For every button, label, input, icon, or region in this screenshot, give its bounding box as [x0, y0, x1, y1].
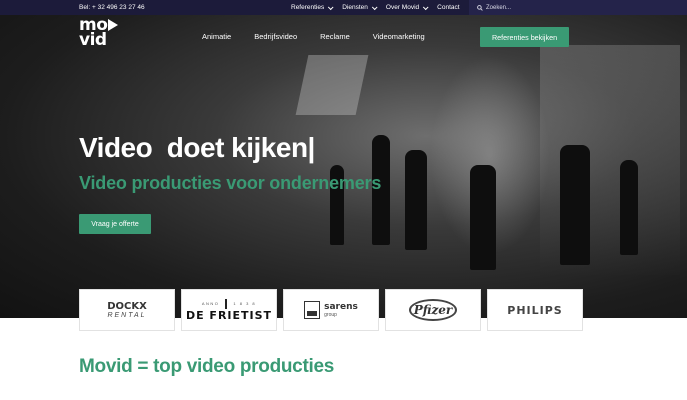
top-menu-diensten[interactable]: Diensten	[342, 3, 378, 11]
top-bar: Bel: + 32 496 23 27 46 Referenties Diens…	[0, 0, 687, 15]
crew-silhouette	[405, 150, 427, 250]
client-logo-philips[interactable]: PHILIPS	[487, 289, 583, 331]
nav-animatie[interactable]: Animatie	[202, 32, 231, 41]
top-menu-over-movid[interactable]: Over Movid	[386, 3, 429, 11]
hero-section: mo vid Animatie Bedrijfsvideo Reclame Vi…	[0, 15, 687, 318]
top-menu: Referenties Diensten Over Movid Contact	[291, 3, 460, 11]
phone-number[interactable]: Bel: + 32 496 23 27 46	[79, 4, 145, 11]
chevron-down-icon	[371, 3, 378, 10]
nav-videomarketing[interactable]: Videomarketing	[373, 32, 425, 41]
hero-headline: Video doet kijken|	[79, 132, 315, 163]
chevron-down-icon	[328, 3, 334, 10]
crew-silhouette	[560, 145, 590, 265]
hero-subheadline: Video producties voor ondernemers	[79, 173, 382, 193]
top-menu-contact[interactable]: Contact	[437, 4, 459, 11]
movid-logo[interactable]: mo vid	[79, 17, 119, 49]
crew-silhouette	[470, 165, 496, 270]
chevron-down-icon	[423, 3, 429, 10]
sarens-mark-icon	[304, 301, 321, 319]
client-logo-pfizer[interactable]: Pfizer	[385, 289, 481, 331]
client-logo-sarens[interactable]: sarens group	[283, 289, 379, 331]
search-icon	[477, 4, 483, 11]
main-nav: Animatie Bedrijfsvideo Reclame Videomark…	[202, 32, 425, 41]
client-logo-dockx[interactable]: DOCKX RENTAL	[79, 289, 175, 331]
section-title: Movid = top video producties	[79, 356, 334, 377]
client-logos: DOCKX RENTAL ANNO 1 8 3 8 DE FRIETIST sa…	[79, 289, 583, 331]
referenties-button[interactable]: Referenties bekijken	[480, 27, 569, 47]
search-input[interactable]: Zoeken...	[469, 0, 687, 15]
crew-silhouette	[620, 160, 638, 255]
nav-bedrijfsvideo[interactable]: Bedrijfsvideo	[254, 32, 297, 41]
nav-reclame[interactable]: Reclame	[320, 32, 350, 41]
fry-icon	[225, 298, 228, 309]
light-panel	[295, 55, 369, 115]
top-menu-referenties[interactable]: Referenties	[291, 3, 334, 11]
play-icon	[108, 19, 119, 31]
offerte-button[interactable]: Vraag je offerte	[79, 214, 151, 234]
client-logo-de-frietist[interactable]: ANNO 1 8 3 8 DE FRIETIST	[181, 289, 277, 331]
search-placeholder: Zoeken...	[486, 4, 512, 11]
